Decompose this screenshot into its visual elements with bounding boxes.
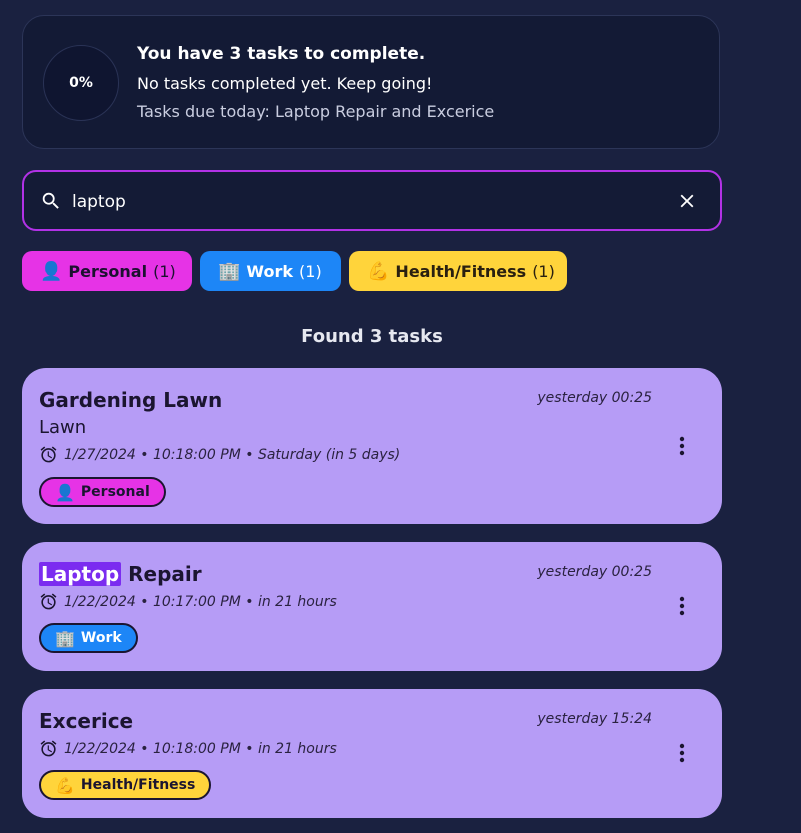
task-card[interactable]: Excerice yesterday 15:24 1/22/2024 • 10:… <box>22 689 722 818</box>
filter-count: (1) <box>153 261 176 281</box>
task-category-label: Work <box>80 630 122 646</box>
summary-title: You have 3 tasks to complete. <box>137 44 426 64</box>
task-title-rest: Repair <box>121 562 202 586</box>
filter-chip-health-fitness[interactable]: 💪 Health/Fitness (1) <box>349 251 567 291</box>
summary-status: No tasks completed yet. Keep going! <box>137 74 433 93</box>
filter-label: Personal <box>68 261 148 281</box>
task-category-label: Health/Fitness <box>80 777 196 793</box>
task-deadline: 1/22/2024 • 10:17:00 PM • in 21 hours <box>39 592 337 611</box>
close-icon[interactable] <box>676 190 698 212</box>
task-summary-card: 0% You have 3 tasks to complete. No task… <box>22 15 720 149</box>
filter-label: Work <box>246 261 294 281</box>
office-building-icon: 🏢 <box>55 628 75 648</box>
task-category-tag: 👤 Personal <box>39 477 166 507</box>
task-card[interactable]: Laptop Repair yesterday 00:25 1/22/2024 … <box>22 542 722 671</box>
task-title: Laptop Repair <box>39 562 202 586</box>
task-title: Gardening Lawn <box>39 388 223 412</box>
task-created-time: yesterday 00:25 <box>537 390 652 406</box>
task-category-tag: 🏢 Work <box>39 623 138 653</box>
search-highlight: Laptop <box>39 562 122 586</box>
task-category-tag: 💪 Health/Fitness <box>39 770 212 800</box>
task-description: Lawn <box>39 417 87 438</box>
task-deadline: 1/22/2024 • 10:18:00 PM • in 21 hours <box>39 739 337 758</box>
filter-chip-personal[interactable]: 👤 Personal (1) <box>22 251 192 291</box>
task-card[interactable]: Gardening Lawn yesterday 00:25 Lawn 1/27… <box>22 368 722 524</box>
task-created-time: yesterday 00:25 <box>537 564 652 580</box>
more-vert-icon[interactable] <box>674 741 690 765</box>
office-building-icon: 🏢 <box>218 260 241 282</box>
task-deadline-text: 1/27/2024 • 10:18:00 PM • Saturday (in 5… <box>64 446 401 463</box>
filter-label: Health/Fitness <box>395 261 527 281</box>
progress-percent: 0% <box>69 75 93 91</box>
alarm-clock-icon <box>40 593 57 610</box>
flexed-biceps-icon: 💪 <box>55 775 75 795</box>
found-count-label: Found 3 tasks <box>301 326 443 347</box>
person-icon: 👤 <box>40 260 63 282</box>
task-created-time: yesterday 15:24 <box>537 711 652 727</box>
task-deadline-text: 1/22/2024 • 10:18:00 PM • in 21 hours <box>64 740 337 757</box>
person-icon: 👤 <box>55 482 75 502</box>
flexed-biceps-icon: 💪 <box>367 260 390 282</box>
search-icon <box>40 190 62 212</box>
progress-ring: 0% <box>43 45 119 121</box>
task-deadline-text: 1/22/2024 • 10:17:00 PM • in 21 hours <box>64 593 337 610</box>
search-bar <box>22 170 722 231</box>
filter-count: (1) <box>532 261 555 281</box>
alarm-clock-icon <box>40 740 57 757</box>
more-vert-icon[interactable] <box>674 594 690 618</box>
task-category-label: Personal <box>80 484 150 500</box>
search-input[interactable] <box>70 186 654 218</box>
task-title: Excerice <box>39 709 134 733</box>
filter-count: (1) <box>299 261 322 281</box>
task-deadline: 1/27/2024 • 10:18:00 PM • Saturday (in 5… <box>39 445 400 464</box>
summary-due-today: Tasks due today: Laptop Repair and Excer… <box>137 102 495 121</box>
alarm-clock-icon <box>40 446 57 463</box>
more-vert-icon[interactable] <box>674 434 690 458</box>
filter-chip-work[interactable]: 🏢 Work (1) <box>200 251 341 291</box>
